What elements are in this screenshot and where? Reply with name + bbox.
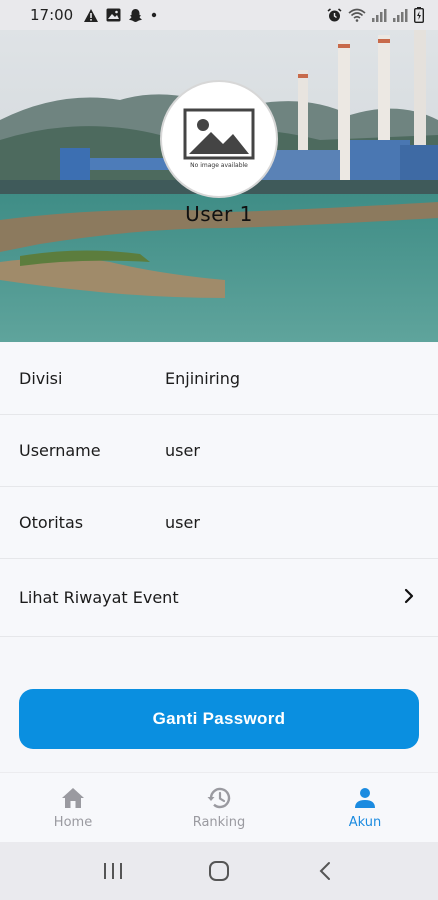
nav-label-ranking: Ranking	[192, 814, 246, 830]
signal-icon	[393, 8, 408, 22]
user-name: User 1	[185, 202, 253, 226]
nav-item-ranking[interactable]: Ranking	[146, 773, 292, 842]
event-history-link[interactable]: Lihat Riwayat Event	[0, 559, 438, 637]
nav-item-akun[interactable]: Akun	[292, 773, 438, 842]
event-history-label: Lihat Riwayat Event	[19, 588, 179, 607]
image-icon	[106, 8, 121, 22]
avatar-caption: No image available	[190, 162, 248, 169]
dot-icon	[150, 11, 158, 19]
status-right-icons	[327, 7, 424, 23]
division-value: Enjiniring	[165, 369, 241, 388]
nav-label-home: Home	[53, 814, 93, 830]
person-icon	[353, 786, 377, 810]
warning-icon	[83, 8, 99, 23]
account-info-list: Divisi Enjiniring Username user Otoritas…	[0, 343, 438, 637]
history-icon	[206, 786, 232, 810]
back-icon[interactable]	[295, 851, 355, 891]
status-left-icons	[83, 8, 158, 23]
signal-icon	[372, 8, 387, 22]
battery-icon	[414, 7, 424, 23]
nav-label-akun: Akun	[348, 814, 382, 830]
chevron-right-icon	[404, 588, 414, 608]
alarm-icon	[327, 7, 342, 23]
snapchat-icon	[128, 8, 143, 23]
username-value: user	[165, 441, 200, 460]
authority-value: user	[165, 513, 200, 532]
authority-label: Otoritas	[19, 513, 84, 532]
profile-header: No image available User 1	[0, 30, 438, 342]
info-row-division: Divisi Enjiniring	[0, 343, 438, 415]
bottom-navigation: Home Ranking Akun	[0, 772, 438, 842]
change-password-button[interactable]: Ganti Password	[19, 689, 419, 749]
system-navigation-bar	[0, 842, 438, 900]
wifi-icon	[348, 8, 366, 22]
status-time: 17:00	[30, 6, 74, 24]
info-row-authority: Otoritas user	[0, 487, 438, 559]
status-bar: 17:00	[0, 0, 438, 30]
recent-apps-icon[interactable]	[83, 851, 143, 891]
avatar[interactable]: No image available	[160, 80, 278, 198]
division-label: Divisi	[19, 369, 63, 388]
nav-item-home[interactable]: Home	[0, 773, 146, 842]
home-icon	[60, 786, 86, 810]
username-label: Username	[19, 441, 101, 460]
home-circle-icon[interactable]	[189, 851, 249, 891]
info-row-username: Username user	[0, 415, 438, 487]
